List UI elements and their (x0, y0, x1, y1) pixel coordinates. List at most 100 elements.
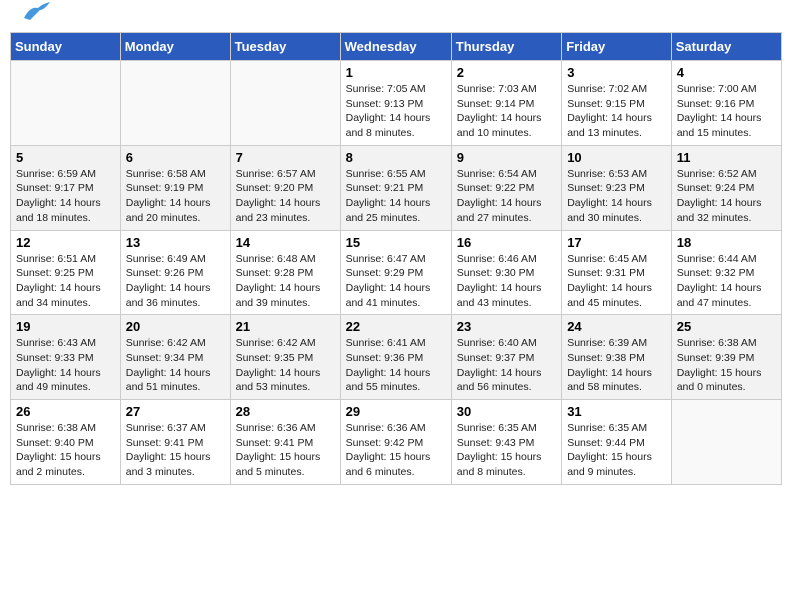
day-number: 18 (677, 235, 776, 250)
cell-info: Sunrise: 6:51 AM Sunset: 9:25 PM Dayligh… (16, 252, 115, 311)
calendar-cell: 13 Sunrise: 6:49 AM Sunset: 9:26 PM Dayli… (120, 230, 230, 315)
calendar-body: 1 Sunrise: 7:05 AM Sunset: 9:13 PM Daylig… (11, 61, 782, 485)
calendar-week-row: 26Sunrise: 6:38 AM Sunset: 9:40 PM Dayli… (11, 400, 782, 485)
day-number: 30 (457, 404, 556, 419)
cell-info: Sunrise: 6:58 AM Sunset: 9:19 PM Dayligh… (126, 167, 225, 226)
cell-info: Sunrise: 6:36 AM Sunset: 9:41 PM Dayligh… (236, 421, 335, 480)
day-number: 9 (457, 150, 556, 165)
cell-info: Sunrise: 6:53 AM Sunset: 9:23 PM Dayligh… (567, 167, 666, 226)
cell-info: Sunrise: 6:40 AM Sunset: 9:37 PM Dayligh… (457, 336, 556, 395)
calendar-cell: 16Sunrise: 6:46 AM Sunset: 9:30 PM Dayli… (451, 230, 561, 315)
calendar-cell: 23 Sunrise: 6:40 AM Sunset: 9:37 PM Dayli… (451, 315, 561, 400)
cell-info: Sunrise: 6:44 AM Sunset: 9:32 PM Dayligh… (677, 252, 776, 311)
cell-info: Sunrise: 7:00 AM Sunset: 9:16 PM Dayligh… (677, 82, 776, 141)
cell-info: Sunrise: 6:36 AM Sunset: 9:42 PM Dayligh… (346, 421, 446, 480)
calendar-table: SundayMondayTuesdayWednesdayThursdayFrid… (10, 32, 782, 485)
day-number: 4 (677, 65, 776, 80)
calendar-cell: 24 Sunrise: 6:39 AM Sunset: 9:38 PM Dayli… (562, 315, 672, 400)
calendar-cell: 9 Sunrise: 6:54 AM Sunset: 9:22 PM Daylig… (451, 145, 561, 230)
calendar-week-row: 19Sunrise: 6:43 AM Sunset: 9:33 PM Dayli… (11, 315, 782, 400)
calendar-cell: 1 Sunrise: 7:05 AM Sunset: 9:13 PM Daylig… (340, 61, 451, 146)
logo (20, 18, 50, 22)
cell-info: Sunrise: 6:41 AM Sunset: 9:36 PM Dayligh… (346, 336, 446, 395)
calendar-cell: 14 Sunrise: 6:48 AM Sunset: 9:28 PM Dayli… (230, 230, 340, 315)
day-header-tuesday: Tuesday (230, 33, 340, 61)
day-number: 31 (567, 404, 666, 419)
cell-info: Sunrise: 7:03 AM Sunset: 9:14 PM Dayligh… (457, 82, 556, 141)
day-header-wednesday: Wednesday (340, 33, 451, 61)
calendar-cell: 25 Sunrise: 6:38 AM Sunset: 9:39 PM Dayli… (671, 315, 781, 400)
day-number: 5 (16, 150, 115, 165)
calendar-cell: 18 Sunrise: 6:44 AM Sunset: 9:32 PM Dayli… (671, 230, 781, 315)
calendar-cell: 6Sunrise: 6:58 AM Sunset: 9:19 PM Daylig… (120, 145, 230, 230)
day-number: 23 (457, 319, 556, 334)
calendar-cell (120, 61, 230, 146)
cell-info: Sunrise: 6:57 AM Sunset: 9:20 PM Dayligh… (236, 167, 335, 226)
day-number: 12 (16, 235, 115, 250)
day-number: 20 (126, 319, 225, 334)
cell-info: Sunrise: 6:54 AM Sunset: 9:22 PM Dayligh… (457, 167, 556, 226)
calendar-cell: 29 Sunrise: 6:36 AM Sunset: 9:42 PM Dayli… (340, 400, 451, 485)
calendar-cell: 20 Sunrise: 6:42 AM Sunset: 9:34 PM Dayli… (120, 315, 230, 400)
calendar-cell (671, 400, 781, 485)
cell-info: Sunrise: 6:52 AM Sunset: 9:24 PM Dayligh… (677, 167, 776, 226)
calendar-cell: 10 Sunrise: 6:53 AM Sunset: 9:23 PM Dayli… (562, 145, 672, 230)
day-number: 25 (677, 319, 776, 334)
cell-info: Sunrise: 6:55 AM Sunset: 9:21 PM Dayligh… (346, 167, 446, 226)
cell-info: Sunrise: 7:05 AM Sunset: 9:13 PM Dayligh… (346, 82, 446, 141)
calendar-cell: 21Sunrise: 6:42 AM Sunset: 9:35 PM Dayli… (230, 315, 340, 400)
calendar-week-row: 1 Sunrise: 7:05 AM Sunset: 9:13 PM Daylig… (11, 61, 782, 146)
day-number: 13 (126, 235, 225, 250)
cell-info: Sunrise: 6:47 AM Sunset: 9:29 PM Dayligh… (346, 252, 446, 311)
calendar-cell: 7 Sunrise: 6:57 AM Sunset: 9:20 PM Daylig… (230, 145, 340, 230)
day-number: 8 (346, 150, 446, 165)
calendar-cell: 15 Sunrise: 6:47 AM Sunset: 9:29 PM Dayli… (340, 230, 451, 315)
day-number: 29 (346, 404, 446, 419)
calendar-cell: 3 Sunrise: 7:02 AM Sunset: 9:15 PM Daylig… (562, 61, 672, 146)
calendar-week-row: 12 Sunrise: 6:51 AM Sunset: 9:25 PM Dayli… (11, 230, 782, 315)
day-number: 11 (677, 150, 776, 165)
calendar-cell (11, 61, 121, 146)
day-number: 16 (457, 235, 556, 250)
day-number: 19 (16, 319, 115, 334)
cell-info: Sunrise: 6:59 AM Sunset: 9:17 PM Dayligh… (16, 167, 115, 226)
day-number: 3 (567, 65, 666, 80)
day-number: 7 (236, 150, 335, 165)
calendar-cell: 27Sunrise: 6:37 AM Sunset: 9:41 PM Dayli… (120, 400, 230, 485)
cell-info: Sunrise: 6:42 AM Sunset: 9:34 PM Dayligh… (126, 336, 225, 395)
calendar-cell: 22Sunrise: 6:41 AM Sunset: 9:36 PM Dayli… (340, 315, 451, 400)
day-number: 15 (346, 235, 446, 250)
day-header-thursday: Thursday (451, 33, 561, 61)
day-number: 10 (567, 150, 666, 165)
calendar-cell (230, 61, 340, 146)
calendar-cell: 26Sunrise: 6:38 AM Sunset: 9:40 PM Dayli… (11, 400, 121, 485)
cell-info: Sunrise: 7:02 AM Sunset: 9:15 PM Dayligh… (567, 82, 666, 141)
cell-info: Sunrise: 6:39 AM Sunset: 9:38 PM Dayligh… (567, 336, 666, 395)
cell-info: Sunrise: 6:48 AM Sunset: 9:28 PM Dayligh… (236, 252, 335, 311)
day-number: 2 (457, 65, 556, 80)
cell-info: Sunrise: 6:45 AM Sunset: 9:31 PM Dayligh… (567, 252, 666, 311)
calendar-cell: 12 Sunrise: 6:51 AM Sunset: 9:25 PM Dayli… (11, 230, 121, 315)
day-number: 24 (567, 319, 666, 334)
cell-info: Sunrise: 6:49 AM Sunset: 9:26 PM Dayligh… (126, 252, 225, 311)
cell-info: Sunrise: 6:35 AM Sunset: 9:43 PM Dayligh… (457, 421, 556, 480)
calendar-cell: 5 Sunrise: 6:59 AM Sunset: 9:17 PM Daylig… (11, 145, 121, 230)
calendar-cell: 28 Sunrise: 6:36 AM Sunset: 9:41 PM Dayli… (230, 400, 340, 485)
day-number: 1 (346, 65, 446, 80)
page-header (10, 10, 782, 26)
day-number: 14 (236, 235, 335, 250)
cell-info: Sunrise: 6:38 AM Sunset: 9:39 PM Dayligh… (677, 336, 776, 395)
calendar-week-row: 5 Sunrise: 6:59 AM Sunset: 9:17 PM Daylig… (11, 145, 782, 230)
day-header-sunday: Sunday (11, 33, 121, 61)
day-number: 17 (567, 235, 666, 250)
logo-bird-icon (22, 0, 50, 22)
day-number: 21 (236, 319, 335, 334)
day-number: 26 (16, 404, 115, 419)
calendar-cell: 4 Sunrise: 7:00 AM Sunset: 9:16 PM Daylig… (671, 61, 781, 146)
calendar-cell: 2 Sunrise: 7:03 AM Sunset: 9:14 PM Daylig… (451, 61, 561, 146)
calendar-cell: 8 Sunrise: 6:55 AM Sunset: 9:21 PM Daylig… (340, 145, 451, 230)
calendar-header-row: SundayMondayTuesdayWednesdayThursdayFrid… (11, 33, 782, 61)
day-number: 28 (236, 404, 335, 419)
cell-info: Sunrise: 6:37 AM Sunset: 9:41 PM Dayligh… (126, 421, 225, 480)
calendar-cell: 19Sunrise: 6:43 AM Sunset: 9:33 PM Dayli… (11, 315, 121, 400)
